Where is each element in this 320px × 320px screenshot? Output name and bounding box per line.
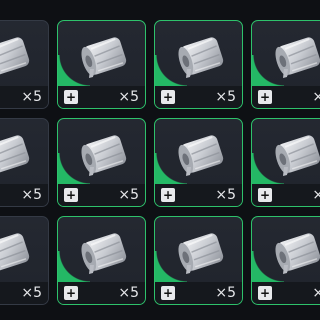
quantity-label: ×5 <box>312 186 320 204</box>
bandage-roll-icon <box>81 37 127 78</box>
inventory-slot[interactable]: + ×5 <box>154 20 243 109</box>
add-icon[interactable]: + <box>258 90 272 104</box>
bandage-roll-icon <box>0 37 30 75</box>
quantity-label: ×5 <box>118 285 139 301</box>
quantity-label: ×5 <box>118 187 139 203</box>
inventory-slot[interactable]: + ×5 <box>251 216 320 305</box>
inventory-slot[interactable]: + ×5 <box>57 20 146 109</box>
quantity-label: ×5 <box>312 88 320 106</box>
quantity-label: ×5 <box>215 187 236 203</box>
add-icon[interactable]: + <box>258 188 272 202</box>
add-icon[interactable]: + <box>258 286 272 300</box>
bandage-roll-icon <box>81 135 127 176</box>
bandage-roll-icon <box>178 135 224 176</box>
quantity-label: ×5 <box>312 284 320 302</box>
add-icon[interactable]: + <box>64 188 78 202</box>
inventory-slot[interactable]: ×5 <box>0 118 49 207</box>
inventory-slot[interactable]: + ×5 <box>57 216 146 305</box>
bandage-roll-icon <box>178 233 224 274</box>
add-icon[interactable]: + <box>161 188 175 202</box>
bandage-roll-icon <box>275 233 320 274</box>
add-icon[interactable]: + <box>64 286 78 300</box>
bandage-roll-icon <box>275 37 320 78</box>
add-icon[interactable]: + <box>64 90 78 104</box>
quantity-label: ×5 <box>215 285 236 301</box>
inventory-slot[interactable]: ×5 <box>0 216 49 305</box>
inventory-slot[interactable]: + ×5 <box>154 216 243 305</box>
inventory-slot[interactable]: + ×5 <box>57 118 146 207</box>
inventory-slot[interactable]: + ×5 <box>251 20 320 109</box>
bandage-roll-icon <box>275 135 320 176</box>
inventory-slot[interactable]: + ×5 <box>251 118 320 207</box>
quantity-label: ×5 <box>21 285 42 301</box>
add-icon[interactable]: + <box>161 286 175 300</box>
bandage-roll-icon <box>0 233 30 271</box>
inventory-slot[interactable]: + ×5 <box>154 118 243 207</box>
quantity-label: ×5 <box>215 89 236 105</box>
quantity-label: ×5 <box>21 89 42 105</box>
inventory-grid: ×5 + ×5 + ×5 + ×5 ×5 + ×5 + ×5 + ×5 ×5 + ×5 + ×5 + ×5 <box>0 0 320 320</box>
quantity-label: ×5 <box>118 89 139 105</box>
quantity-label: ×5 <box>21 187 42 203</box>
bandage-roll-icon <box>178 37 224 78</box>
bandage-roll-icon <box>0 135 30 173</box>
bandage-roll-icon <box>81 233 127 274</box>
add-icon[interactable]: + <box>161 90 175 104</box>
inventory-slot[interactable]: ×5 <box>0 20 49 109</box>
